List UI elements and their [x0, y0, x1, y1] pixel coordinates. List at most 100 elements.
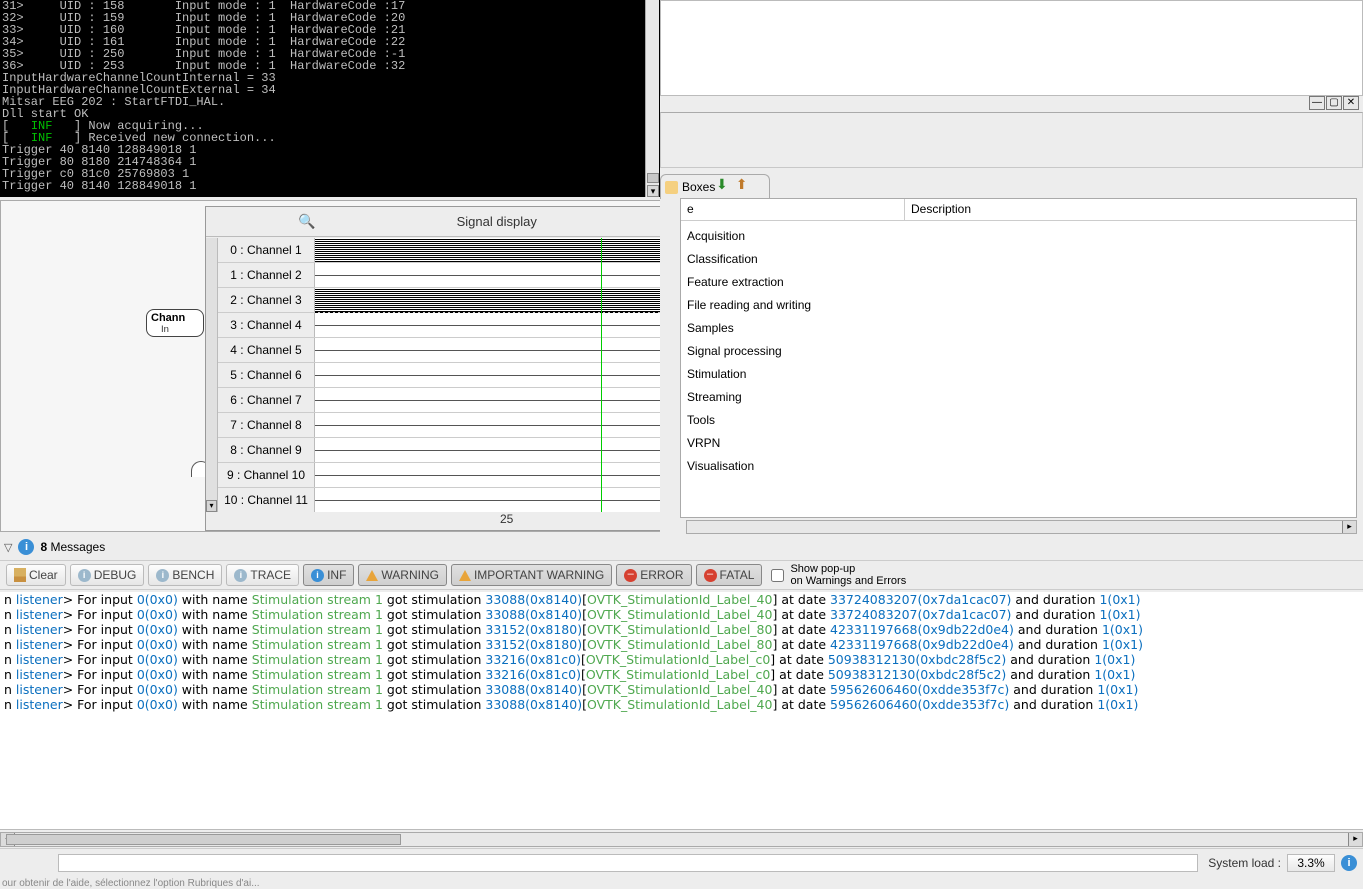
bench-filter-button[interactable]: iBENCH	[148, 564, 222, 586]
channel-label: 9 : Channel 10	[218, 463, 315, 487]
log-line: n listener> For input 0(0x0) with name S…	[0, 667, 1363, 682]
canvas-node[interactable]: Chann In	[146, 309, 204, 337]
channel-label: 10 : Channel 11	[218, 488, 315, 512]
channel-label: 5 : Channel 6	[218, 363, 315, 387]
progress-bar	[58, 854, 1198, 872]
channel-label: 6 : Channel 7	[218, 388, 315, 412]
channel-row: 8 : Channel 9	[218, 438, 678, 463]
chevron-down-icon[interactable]: ▽	[4, 541, 12, 554]
messages-header[interactable]: ▽ i 8 Messages	[0, 536, 1363, 558]
scrollbar-thumb[interactable]	[6, 834, 401, 845]
messages-label: Messages	[51, 540, 106, 554]
channel-row: 3 : Channel 4	[218, 313, 678, 338]
channel-waveform	[315, 263, 678, 287]
warning-icon	[459, 570, 471, 581]
inf-filter-button[interactable]: iINF	[303, 564, 354, 586]
broom-icon	[14, 568, 26, 582]
scroll-right-icon[interactable]: ▸	[1348, 833, 1362, 846]
info-icon: i	[156, 569, 169, 582]
column-name[interactable]: e	[681, 199, 905, 220]
channel-row: 2 : Channel 3	[218, 288, 678, 313]
maximize-icon[interactable]: ▢	[1326, 96, 1342, 110]
channel-waveform	[315, 463, 678, 487]
minimize-icon[interactable]: —	[1309, 96, 1325, 110]
scroll-down-icon[interactable]: ▾	[647, 185, 659, 197]
log-line: n listener> For input 0(0x0) with name S…	[0, 697, 1363, 712]
channel-row: 6 : Channel 7	[218, 388, 678, 413]
tree-h-scrollbar[interactable]: ▸	[686, 520, 1357, 534]
warning-icon	[366, 570, 378, 581]
log-h-scrollbar[interactable]: ◂ ▸	[0, 832, 1363, 847]
channel-label: 2 : Channel 3	[218, 288, 315, 312]
clear-button[interactable]: Clear	[6, 564, 66, 586]
signal-header: 🔍 Signal display	[206, 207, 678, 237]
channel-row: 7 : Channel 8	[218, 413, 678, 438]
channel-row: 10 : Channel 11	[218, 488, 678, 512]
signal-display-title: Signal display	[315, 214, 678, 229]
export-icon[interactable]: ⬆	[736, 176, 748, 193]
channel-label: 8 : Channel 9	[218, 438, 315, 462]
log-line: n listener> For input 0(0x0) with name S…	[0, 607, 1363, 622]
terminal-output: 31> UID : 158 Input mode : 1 HardwareCod…	[0, 0, 660, 197]
channel-waveform	[315, 238, 678, 262]
tree-item[interactable]: Tools	[681, 408, 1356, 431]
tree-list: AcquisitionClassificationFeature extract…	[681, 221, 1356, 480]
scroll-right-icon[interactable]: ▸	[1342, 521, 1356, 533]
box-tree[interactable]: e Description AcquisitionClassificationF…	[680, 198, 1357, 518]
node-subtitle: In	[161, 324, 199, 335]
tab-label: Boxes	[682, 180, 715, 194]
tree-item[interactable]: Streaming	[681, 385, 1356, 408]
popup-checkbox[interactable]	[771, 569, 784, 582]
log-line: n listener> For input 0(0x0) with name S…	[0, 622, 1363, 637]
tree-item[interactable]: Feature extraction	[681, 270, 1356, 293]
tree-item[interactable]: Visualisation	[681, 454, 1356, 477]
blank-panel	[660, 0, 1363, 96]
channel-scrollbar[interactable]: ▾	[206, 238, 218, 512]
tree-item[interactable]: VRPN	[681, 431, 1356, 454]
tree-item[interactable]: Signal processing	[681, 339, 1356, 362]
tab-boxes[interactable]: Boxes	[660, 174, 770, 199]
popup-checkbox-label[interactable]: Show pop-upon Warnings and Errors	[771, 563, 906, 587]
channel-row: 4 : Channel 5	[218, 338, 678, 363]
log-output[interactable]: n listener> For input 0(0x0) with name S…	[0, 592, 1363, 830]
time-cursor	[601, 238, 602, 512]
warning-filter-button[interactable]: WARNING	[358, 564, 447, 586]
tree-item[interactable]: File reading and writing	[681, 293, 1356, 316]
info-icon[interactable]: i	[1341, 855, 1357, 871]
tree-item[interactable]: Acquisition	[681, 224, 1356, 247]
error-filter-button[interactable]: –ERROR	[616, 564, 691, 586]
log-line: n listener> For input 0(0x0) with name S…	[0, 637, 1363, 652]
trace-filter-button[interactable]: iTRACE	[226, 564, 299, 586]
fatal-filter-button[interactable]: –FATAL	[696, 564, 763, 586]
info-icon: i	[234, 569, 247, 582]
channel-row: 5 : Channel 6	[218, 363, 678, 388]
channel-waveform	[315, 288, 678, 312]
tree-item[interactable]: Stimulation	[681, 362, 1356, 385]
channel-label: 4 : Channel 5	[218, 338, 315, 362]
system-load-value: 3.3%	[1287, 854, 1335, 872]
messages-count: 8	[40, 540, 47, 554]
messages-toolbar: Clear iDEBUG iBENCH iTRACE iINF WARNING …	[0, 560, 1363, 590]
channel-waveform	[315, 313, 678, 337]
tree-item[interactable]: Classification	[681, 247, 1356, 270]
terminal-scrollbar[interactable]: ▾	[645, 0, 659, 197]
channel-label: 1 : Channel 2	[218, 263, 315, 287]
channel-waveform	[315, 438, 678, 462]
channel-label: 0 : Channel 1	[218, 238, 315, 262]
column-description[interactable]: Description	[905, 199, 1356, 220]
channel-label: 3 : Channel 4	[218, 313, 315, 337]
channel-waveform	[315, 388, 678, 412]
close-icon[interactable]: ✕	[1343, 96, 1359, 110]
import-icon[interactable]: ⬇	[716, 176, 728, 193]
magnifier-icon[interactable]: 🔍	[298, 213, 315, 230]
channel-waveform	[315, 413, 678, 437]
signal-display-panel: 🔍 Signal display ▾ 0 : Channel 11 : Chan…	[205, 206, 679, 531]
log-line: n listener> For input 0(0x0) with name S…	[0, 682, 1363, 697]
info-icon: i	[18, 539, 34, 555]
channel-row: 0 : Channel 1	[218, 238, 678, 263]
tree-item[interactable]: Samples	[681, 316, 1356, 339]
scroll-down-icon[interactable]: ▾	[206, 500, 217, 512]
important-warning-filter-button[interactable]: IMPORTANT WARNING	[451, 564, 612, 586]
debug-filter-button[interactable]: iDEBUG	[70, 564, 145, 586]
scrollbar-thumb[interactable]	[647, 173, 659, 183]
